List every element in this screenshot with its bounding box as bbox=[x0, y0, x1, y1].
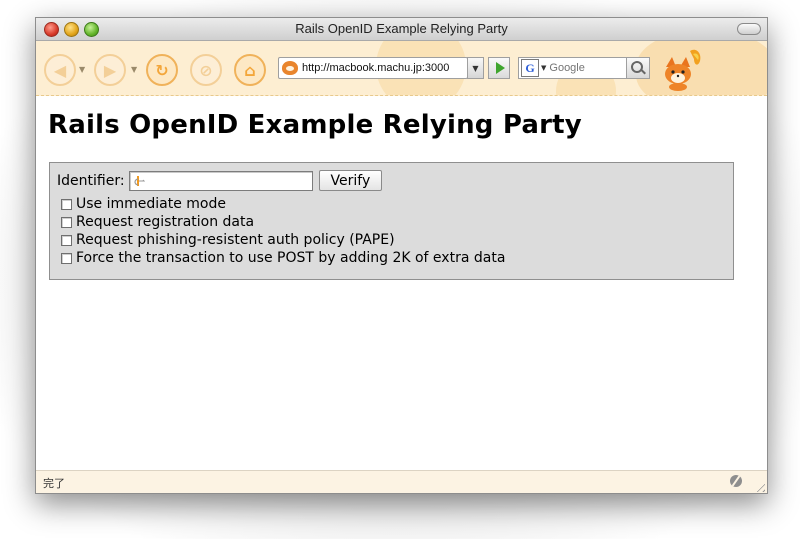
resize-grip-icon[interactable] bbox=[753, 480, 765, 492]
option-immediate-mode[interactable]: Use immediate mode bbox=[61, 196, 226, 212]
search-button[interactable] bbox=[626, 57, 650, 79]
identifier-row: Identifier: Verify bbox=[57, 170, 383, 191]
back-arrow-icon: ◀ bbox=[53, 60, 67, 80]
url-history-dropdown[interactable]: ▼ bbox=[467, 57, 484, 79]
search-engine-dropdown[interactable]: ▼ bbox=[541, 64, 546, 72]
verify-button[interactable]: Verify bbox=[318, 170, 383, 191]
search-icon bbox=[630, 60, 643, 73]
security-status-icon[interactable] bbox=[730, 475, 742, 487]
registration-data-checkbox[interactable] bbox=[61, 216, 72, 228]
navigation-toolbar: ◀ ▼ ▶ ▼ ↻ ⊘ ⌂ http://macbook.machu.jp:30… bbox=[36, 41, 767, 96]
url-bar[interactable]: http://macbook.machu.jp:3000 bbox=[278, 57, 468, 79]
openid-login-form: Identifier: Verify Use immediate mode Re… bbox=[49, 162, 734, 280]
page-title: Rails OpenID Example Relying Party bbox=[48, 110, 582, 140]
back-button[interactable]: ◀ bbox=[44, 54, 76, 86]
stop-button[interactable]: ⊘ bbox=[190, 54, 222, 86]
forward-button[interactable]: ▶ bbox=[94, 54, 126, 86]
reload-button[interactable]: ↻ bbox=[146, 54, 178, 86]
option-label: Request phishing-resistent auth policy (… bbox=[76, 232, 395, 248]
forward-history-dropdown[interactable]: ▼ bbox=[131, 65, 137, 74]
forward-arrow-icon: ▶ bbox=[103, 60, 117, 80]
home-button[interactable]: ⌂ bbox=[234, 54, 266, 86]
option-pape-policy[interactable]: Request phishing-resistent auth policy (… bbox=[61, 232, 395, 248]
identifier-input[interactable] bbox=[128, 170, 313, 191]
immediate-mode-checkbox[interactable] bbox=[61, 198, 72, 210]
window-title: Rails OpenID Example Relying Party bbox=[295, 21, 508, 36]
option-registration-data[interactable]: Request registration data bbox=[61, 214, 254, 230]
page-content: Rails OpenID Example Relying Party Ident… bbox=[36, 96, 767, 468]
openid-logo-icon bbox=[133, 175, 145, 186]
option-label: Request registration data bbox=[76, 214, 255, 230]
go-arrow-icon bbox=[495, 62, 505, 74]
status-text: 完了 bbox=[43, 477, 65, 490]
pape-policy-checkbox[interactable] bbox=[61, 234, 72, 246]
force-post-checkbox[interactable] bbox=[61, 252, 72, 264]
option-force-post[interactable]: Force the transaction to use POST by add… bbox=[61, 250, 505, 266]
status-bar: 完了 bbox=[36, 470, 767, 493]
search-bar[interactable]: G ▼ bbox=[518, 57, 650, 79]
option-label: Use immediate mode bbox=[76, 196, 226, 212]
identifier-label: Identifier: bbox=[57, 172, 125, 189]
title-bar[interactable]: Rails OpenID Example Relying Party bbox=[36, 18, 767, 41]
option-label: Force the transaction to use POST by add… bbox=[76, 250, 506, 266]
go-button[interactable] bbox=[488, 57, 510, 79]
url-text[interactable]: http://macbook.machu.jp:3000 bbox=[302, 62, 465, 74]
browser-window: Rails OpenID Example Relying Party ◀ ▼ ▶… bbox=[35, 17, 768, 494]
stop-icon: ⊘ bbox=[199, 60, 213, 80]
search-engine-icon[interactable]: G bbox=[521, 59, 539, 77]
chevron-down-icon: ▼ bbox=[472, 63, 479, 73]
search-input[interactable] bbox=[549, 62, 624, 74]
home-icon: ⌂ bbox=[244, 60, 256, 80]
firefox-mascot-icon bbox=[665, 49, 701, 91]
site-favicon-icon bbox=[282, 61, 298, 75]
toolbar-toggle-button[interactable] bbox=[737, 23, 761, 35]
back-history-dropdown[interactable]: ▼ bbox=[79, 65, 85, 74]
reload-icon: ↻ bbox=[155, 60, 169, 80]
